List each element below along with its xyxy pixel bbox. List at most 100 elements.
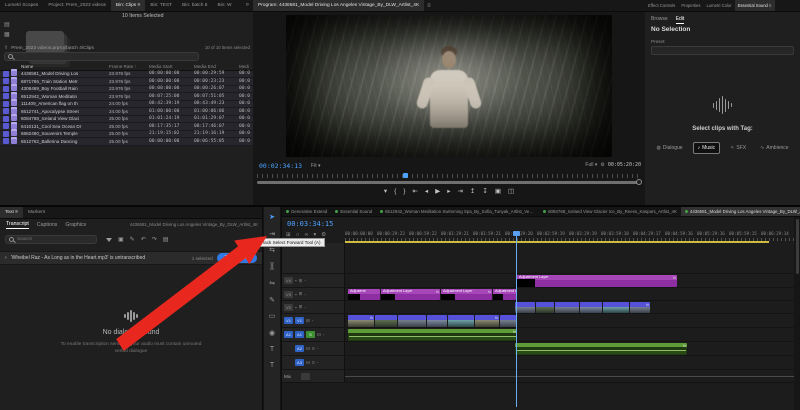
video-clip[interactable] [536, 302, 554, 313]
program-timecode[interactable]: 00:02:34:13 [259, 162, 302, 170]
hand-tool[interactable]: ◉ [265, 327, 279, 339]
comparison-view-icon[interactable]: ◫ [508, 187, 514, 195]
razor-tool[interactable]: ][ [265, 261, 279, 273]
row-selected-indicator[interactable] [3, 116, 9, 122]
adjustment-layer-clip[interactable]: Adjustment Layerfx [441, 289, 492, 300]
row-selected-indicator[interactable] [3, 108, 9, 114]
mix-badge[interactable] [301, 373, 310, 380]
navigate-up-icon[interactable]: ⇧ [4, 44, 8, 52]
col-frame-rate[interactable]: Frame Rate ↑ [109, 63, 149, 71]
mute-button[interactable]: M [317, 332, 321, 337]
tag-dialogue-button[interactable]: ◍Dialogue [652, 142, 686, 154]
playhead-line[interactable] [516, 231, 517, 407]
sound-panel-tab[interactable]: Essential Sound ≡ [735, 0, 775, 12]
rectangle-tool[interactable]: ▭ [265, 310, 279, 322]
sequence-tab[interactable]: Essential Sound [331, 207, 376, 217]
mic-icon[interactable]: ◦ [323, 332, 325, 337]
lock-icon[interactable]: ▪ [295, 292, 297, 297]
sync-lock-icon[interactable]: ⊞ [299, 278, 303, 284]
caption-block-icon[interactable]: ▣ [118, 236, 124, 243]
sound-mode-tab[interactable]: Edit [676, 16, 685, 24]
mark-out-icon[interactable]: } [403, 188, 405, 195]
type-tool[interactable]: T [265, 343, 279, 355]
video-clip[interactable] [580, 302, 602, 313]
program-zoom-scrollbar[interactable] [257, 181, 641, 184]
video-clip[interactable]: fx [475, 315, 499, 327]
mute-button[interactable]: M [306, 360, 310, 365]
toggle-output-icon[interactable]: ◦ [304, 292, 306, 297]
undo-icon[interactable]: ↶ [141, 236, 146, 243]
lock-icon[interactable]: ▪ [295, 305, 297, 310]
track-badge[interactable]: V4 [284, 277, 293, 284]
export-frame-icon[interactable]: ▣ [495, 187, 501, 195]
6512762_Ballerina Dancing[interactable]: 6512762_Ballerina Dancing 25.00 fps 00:0… [0, 138, 253, 146]
row-selected-indicator[interactable] [3, 78, 9, 84]
mute-button[interactable]: M [306, 346, 310, 351]
col-media-end[interactable]: Media End [194, 63, 239, 71]
play-icon[interactable]: ▶ [435, 187, 440, 195]
video-clip[interactable] [398, 315, 426, 327]
sequence-tab[interactable]: Generative Extend [282, 207, 331, 217]
go-to-in-icon[interactable]: ⇤ [412, 187, 417, 195]
extract-icon[interactable]: ↧ [482, 187, 487, 195]
toggle-output-icon[interactable]: ◦ [312, 318, 314, 323]
adjustment-layer-clip[interactable]: Adjustment Layer fx [517, 275, 677, 287]
col-media-start[interactable]: Media Start [149, 63, 194, 71]
program-monitor-tab[interactable]: Program: 4436581_Model Driving Los Angel… [253, 0, 424, 12]
mix-track-label[interactable]: Mix [284, 374, 291, 379]
mic-icon[interactable]: ◦ [317, 346, 319, 351]
mic-icon[interactable]: ◦ [317, 360, 319, 365]
video-clip[interactable] [448, 315, 474, 327]
text-subtab[interactable]: Graphics [65, 222, 86, 228]
track-badge[interactable]: V3 [284, 291, 293, 298]
tab-overflow-icon[interactable]: » [791, 208, 800, 214]
track-badge[interactable]: V1 [295, 317, 304, 324]
pen-tool[interactable]: ✎ [265, 294, 279, 306]
video-clip[interactable] [375, 315, 397, 327]
adjustment-layer-clip[interactable]: Adjustment Layerfx [381, 289, 440, 300]
list-view-icon[interactable]: ▤ [4, 21, 10, 29]
project-panel-tab[interactable]: Bin: W [212, 0, 236, 12]
timeline-timecode[interactable]: 00:03:34:15 [287, 220, 333, 228]
row-selected-indicator[interactable] [3, 93, 9, 99]
settings-wrench-icon[interactable]: ⚙ [600, 162, 604, 168]
project-panel-tab[interactable]: Bin: batch 6 [177, 0, 212, 12]
zoom-level-select[interactable]: Fit ▾ [311, 163, 320, 169]
col-media-duration[interactable]: Medi [239, 63, 251, 71]
sync-lock-icon[interactable]: ⊞ [299, 304, 303, 310]
project-panel-tab[interactable]: Bin: TEST [145, 0, 177, 12]
solo-button[interactable]: S [312, 360, 315, 365]
search-input[interactable] [16, 54, 195, 59]
program-video-frame[interactable] [286, 15, 612, 157]
solo-button[interactable]: S [312, 346, 315, 351]
video-clip[interactable] [603, 302, 629, 313]
tag-sfx-button[interactable]: ✧SFX [726, 142, 750, 154]
untranscribed-notice-row[interactable]: › 'Wheibel Raz - As Long as in the Heart… [0, 251, 262, 265]
filter-icon[interactable] [106, 238, 112, 242]
text-subtab[interactable]: Transcript [6, 221, 29, 229]
text-panel-tab[interactable]: Markers [23, 207, 50, 219]
row-selected-indicator[interactable] [3, 101, 9, 107]
project-panel-tab[interactable]: Lumetri Scopes [0, 0, 43, 12]
sync-lock-icon[interactable]: ⊞ [299, 291, 303, 297]
track-badge[interactable]: A2 [295, 345, 304, 352]
step-back-icon[interactable]: ◂ [425, 187, 428, 195]
project-panel-tab[interactable]: Project: Prem_2023 videos [43, 0, 111, 12]
vertical-type-tool[interactable]: T [265, 360, 279, 372]
more-options-icon[interactable]: ▤ [163, 236, 169, 243]
source-patch-badge[interactable]: V1 [284, 317, 293, 324]
toggle-output-icon[interactable]: ◦ [304, 278, 306, 283]
slip-tool[interactable]: ⇋ [265, 277, 279, 289]
go-to-out-icon[interactable]: ⇥ [457, 187, 462, 195]
sound-panel-tab[interactable]: Properties [678, 0, 703, 12]
lock-icon[interactable]: ▪ [295, 278, 297, 283]
adjustment-layer-clip[interactable]: Adjustment L [493, 289, 516, 300]
sync-lock-icon[interactable]: ⊞ [306, 318, 310, 324]
timeline-vertical-scrollbar[interactable] [794, 217, 800, 410]
sound-mode-tab[interactable]: Browse [651, 16, 668, 24]
step-forward-icon[interactable]: ▸ [447, 187, 450, 195]
scrollbar-knob[interactable] [636, 179, 642, 185]
tag-music-button[interactable]: ♪Music [693, 142, 721, 154]
video-clip[interactable]: fx [630, 302, 650, 313]
row-selected-indicator[interactable] [3, 86, 9, 92]
